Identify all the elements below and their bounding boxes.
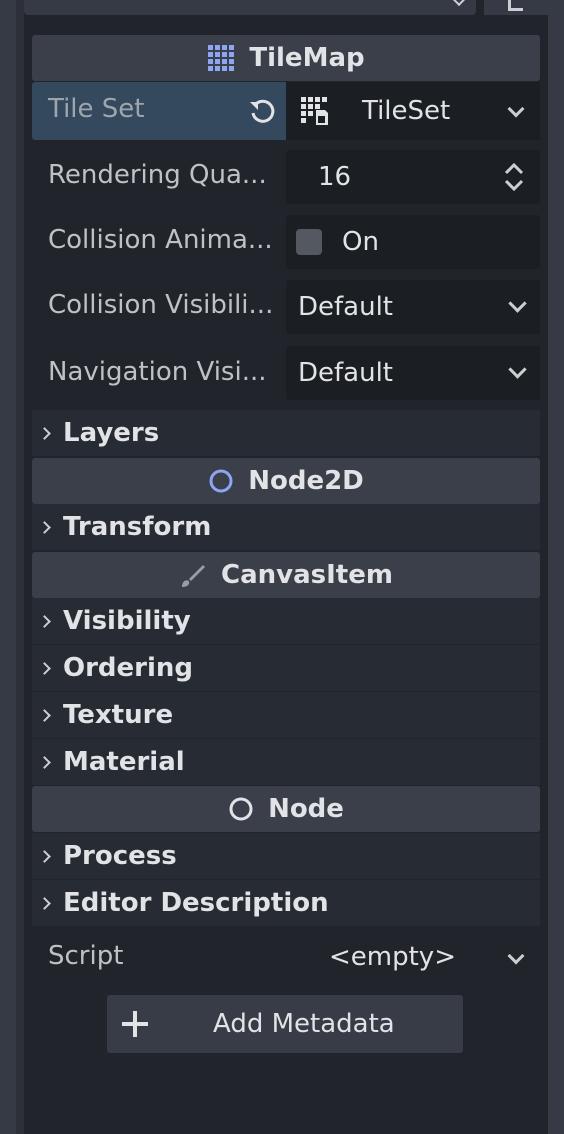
brush-icon — [182, 565, 206, 587]
left-edge — [0, 0, 16, 1134]
tilemap-section-header[interactable]: TileMap — [32, 35, 540, 81]
navigation-visibility-value: Default — [298, 358, 393, 388]
options-icon — [508, 0, 523, 11]
canvasitem-section-header[interactable]: CanvasItem — [32, 552, 540, 598]
updown-arrows-icon[interactable] — [502, 162, 526, 192]
rendering-quadrant-value: 16 — [318, 162, 352, 192]
chevron-right-icon — [38, 708, 51, 722]
collision-visibility-value: Default — [298, 292, 393, 322]
chevron-down-icon — [451, 0, 467, 7]
checkbox-icon[interactable] — [296, 229, 322, 255]
transform-group-label: Transform — [63, 512, 212, 542]
chevron-right-icon — [38, 896, 51, 910]
chevron-down-icon[interactable] — [507, 947, 525, 965]
chevron-right-icon — [38, 520, 51, 534]
collision-animatable-value: On — [342, 227, 379, 257]
ordering-group-label: Ordering — [63, 653, 194, 683]
node-section-header[interactable]: Node — [32, 786, 540, 832]
process-group[interactable]: Process — [32, 833, 540, 879]
add-metadata-button[interactable]: Add Metadata — [107, 995, 463, 1053]
inspector-options-button[interactable] — [484, 0, 548, 15]
inspector-panel: TileMap Tile Set TileSet Rendering Qua..… — [24, 0, 548, 1134]
canvasitem-section-title: CanvasItem — [221, 560, 393, 590]
chevron-right-icon — [38, 849, 51, 863]
node-circle-icon — [229, 797, 253, 821]
script-resource-picker[interactable]: <empty> — [286, 930, 540, 984]
ordering-group[interactable]: Ordering — [32, 645, 540, 691]
rendering-quadrant-label: Rendering Qua... — [48, 160, 267, 190]
material-group-label: Material — [63, 747, 185, 777]
layers-group-label: Layers — [63, 418, 160, 448]
tile-set-value: TileSet — [362, 96, 451, 126]
tile-set-resource-picker[interactable]: TileSet — [286, 82, 540, 140]
process-group-label: Process — [63, 841, 177, 871]
node-section-title: Node — [268, 794, 344, 824]
visibility-group[interactable]: Visibility — [32, 598, 540, 644]
texture-group-label: Texture — [63, 700, 174, 730]
chevron-down-icon — [508, 360, 527, 379]
script-value: <empty> — [329, 942, 456, 972]
visibility-group-label: Visibility — [63, 606, 191, 636]
collision-animatable-label: Collision Anima... — [48, 225, 273, 255]
chevron-right-icon — [38, 661, 51, 675]
transform-group[interactable]: Transform — [32, 504, 540, 550]
node2d-section-title: Node2D — [248, 466, 364, 496]
collision-visibility-label: Collision Visibili... — [48, 290, 274, 320]
script-label: Script — [48, 941, 124, 971]
editor-description-group-label: Editor Description — [63, 888, 329, 918]
chevron-down-icon[interactable] — [507, 100, 525, 118]
editor-description-group[interactable]: Editor Description — [32, 880, 540, 926]
node2d-section-header[interactable]: Node2D — [32, 458, 540, 504]
navigation-visibility-dropdown[interactable]: Default — [286, 346, 540, 400]
chevron-right-icon — [38, 426, 51, 440]
material-group[interactable]: Material — [32, 739, 540, 785]
collision-visibility-dropdown[interactable]: Default — [286, 280, 540, 334]
chevron-right-icon — [38, 755, 51, 769]
tile-set-label: Tile Set — [48, 94, 145, 124]
layers-group[interactable]: Layers — [32, 410, 540, 456]
chevron-down-icon — [508, 294, 527, 313]
reset-icon[interactable] — [248, 97, 276, 125]
filter-dropdown[interactable] — [24, 0, 476, 15]
tile-set-property[interactable]: Tile Set — [32, 82, 286, 140]
chevron-right-icon — [38, 614, 51, 628]
rendering-quadrant-spinbox[interactable]: 16 — [286, 150, 540, 204]
add-metadata-label: Add Metadata — [213, 1009, 395, 1039]
plus-icon — [122, 1011, 148, 1037]
texture-group[interactable]: Texture — [32, 692, 540, 738]
right-edge — [548, 0, 564, 1134]
collision-animatable-checkbox[interactable]: On — [286, 215, 540, 269]
navigation-visibility-label: Navigation Visi... — [48, 357, 267, 387]
tileset-resource-icon — [301, 97, 328, 125]
tilemap-section-title: TileMap — [249, 43, 365, 73]
node2d-circle-icon — [209, 469, 233, 493]
tilemap-icon — [208, 45, 235, 71]
